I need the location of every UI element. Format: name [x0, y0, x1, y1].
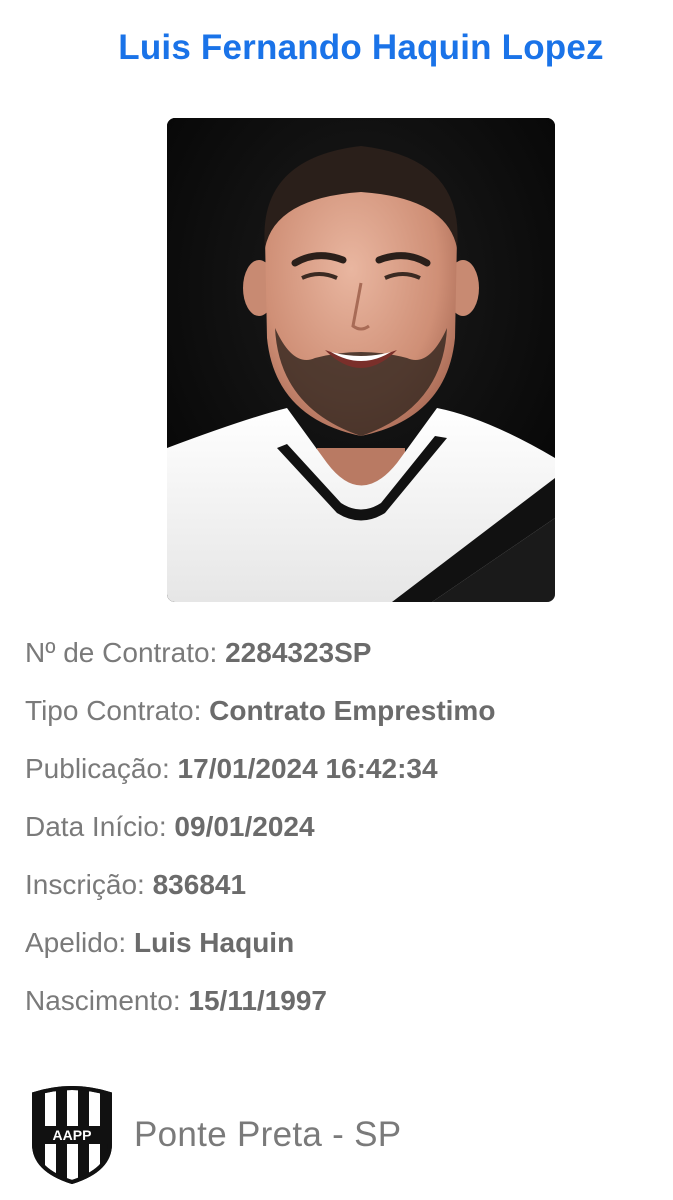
detail-row-registration: Inscrição: 836841: [25, 862, 645, 920]
detail-label: Nascimento:: [25, 985, 181, 1016]
detail-value: 836841: [152, 869, 247, 900]
detail-value: 15/11/1997: [188, 985, 327, 1016]
club-name: Ponte Preta - SP: [134, 1115, 402, 1154]
detail-row-contract-type: Tipo Contrato: Contrato Emprestimo: [25, 688, 645, 746]
detail-row-start-date: Data Início: 09/01/2024: [25, 804, 645, 862]
detail-row-contract-number: Nº de Contrato: 2284323SP: [25, 630, 645, 688]
detail-row-publication: Publicação: 17/01/2024 16:42:34: [25, 746, 645, 804]
detail-label: Data Início:: [25, 811, 167, 842]
player-portrait-icon: [167, 118, 555, 602]
detail-label: Inscrição:: [25, 869, 145, 900]
player-name: Luis Fernando Haquin Lopez: [118, 28, 604, 67]
detail-row-birth-date: Nascimento: 15/11/1997: [25, 978, 645, 1036]
contract-details: Nº de Contrato: 2284323SP Tipo Contrato:…: [25, 630, 645, 1036]
detail-value: 17/01/2024 16:42:34: [177, 753, 438, 784]
detail-row-nickname: Apelido: Luis Haquin: [25, 920, 645, 978]
detail-value: 2284323SP: [225, 637, 372, 668]
player-photo: [167, 118, 555, 602]
detail-value: Luis Haquin: [133, 927, 295, 958]
club-crest-lettering: AAPP: [53, 1127, 92, 1143]
detail-label: Tipo Contrato:: [25, 695, 202, 726]
detail-value: 09/01/2024: [174, 811, 315, 842]
club-crest-icon: AAPP: [32, 1086, 112, 1184]
club-info: AAPP Ponte Preta - SP: [28, 1086, 401, 1184]
detail-value: Contrato Emprestimo: [209, 695, 496, 726]
detail-label: Nº de Contrato:: [25, 637, 218, 668]
detail-label: Publicação:: [25, 753, 170, 784]
detail-label: Apelido:: [25, 927, 127, 958]
